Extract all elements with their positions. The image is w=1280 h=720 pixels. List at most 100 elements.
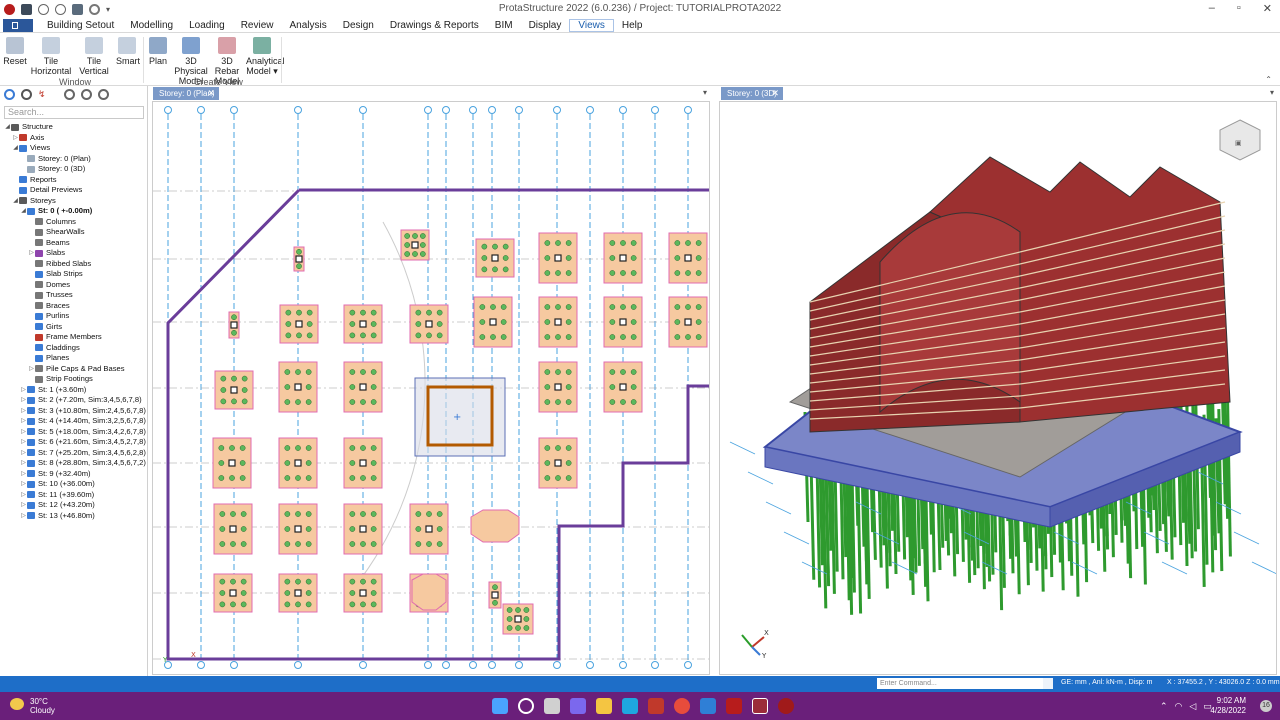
tab-plan[interactable]: Storey: 0 (Plan) ✕	[153, 87, 219, 100]
tree-item[interactable]: ▷ St: 4 (+14.40m, Sim:3,2,5,6,7,8)	[0, 416, 148, 427]
grid-bubble[interactable]	[230, 106, 238, 114]
wifi-icon[interactable]: ◠	[1175, 701, 1183, 712]
grid-bubble[interactable]	[619, 106, 627, 114]
view-cube-icon[interactable]: ▣	[1219, 119, 1261, 161]
search-icon[interactable]	[1043, 678, 1053, 689]
expand-toggle-icon[interactable]: ▷	[20, 385, 27, 396]
tree-item[interactable]: ▷ St: 3 (+10.80m, Sim:2,4,5,6,7,8)	[0, 406, 148, 417]
task-view-icon[interactable]	[544, 698, 560, 714]
grid-bubble[interactable]	[619, 661, 627, 669]
grid-bubble[interactable]	[684, 661, 692, 669]
menu-drawings-reports[interactable]: Drawings & Reports	[382, 20, 487, 31]
globe-icon[interactable]	[21, 89, 32, 100]
clock[interactable]: 9:02 AM 4/28/2022	[1210, 696, 1246, 716]
octagonal-pile-cap[interactable]	[411, 573, 447, 611]
close-button[interactable]: ✕	[1263, 2, 1272, 15]
tree-item[interactable]: ▷ St: 10 (+36.00m)	[0, 479, 148, 490]
zoom-out-icon[interactable]	[97, 89, 109, 100]
expand-toggle-icon[interactable]: ▷	[20, 490, 27, 501]
column[interactable]	[359, 320, 367, 328]
tree-item[interactable]: Planes	[0, 353, 148, 364]
tree-item[interactable]: ▷ St: 9 (+32.40m)	[0, 469, 148, 480]
collapse-ribbon-icon[interactable]: ⌃	[1265, 75, 1272, 84]
column[interactable]	[294, 459, 302, 467]
column[interactable]	[295, 320, 303, 328]
grid-bubble[interactable]	[488, 106, 496, 114]
menu-views[interactable]: Views	[569, 18, 614, 32]
grid-bubble[interactable]	[586, 106, 594, 114]
column[interactable]	[295, 255, 303, 263]
smart-button[interactable]: Smart	[116, 37, 140, 66]
autocad-icon[interactable]	[648, 698, 664, 714]
grid-bubble[interactable]	[424, 106, 432, 114]
minimize-button[interactable]: –	[1209, 2, 1215, 15]
tree-item[interactable]: Columns	[0, 217, 148, 228]
grid-bubble[interactable]	[469, 106, 477, 114]
3d-dropdown-icon[interactable]: ▾	[1270, 88, 1274, 97]
column[interactable]	[619, 254, 627, 262]
grid-bubble[interactable]	[515, 661, 523, 669]
grid-bubble[interactable]	[651, 106, 659, 114]
column[interactable]	[554, 459, 562, 467]
restore-button[interactable]: ▫	[1237, 2, 1241, 15]
grid-bubble[interactable]	[651, 661, 659, 669]
tree-item[interactable]: Girts	[0, 322, 148, 333]
expand-toggle-icon[interactable]: ▷	[20, 479, 27, 490]
3d-model-drawing[interactable]: ▣ X Y	[720, 102, 1277, 675]
plan-dropdown-icon[interactable]: ▾	[703, 88, 707, 97]
expand-toggle-icon[interactable]: ▷	[20, 406, 27, 417]
column[interactable]	[359, 589, 367, 597]
teams-icon[interactable]	[570, 698, 586, 714]
search-icon[interactable]	[518, 698, 534, 714]
tab-3d[interactable]: Storey: 0 (3D) ✕	[721, 87, 783, 100]
grid-bubble[interactable]	[230, 661, 238, 669]
tree-item[interactable]: Trusses	[0, 290, 148, 301]
column[interactable]	[229, 525, 237, 533]
tree-item[interactable]: ◢ St: 0 ( +-0.00m)	[0, 206, 148, 217]
column[interactable]	[359, 383, 367, 391]
tree-item[interactable]: ▷ Axis	[0, 133, 148, 144]
column[interactable]	[491, 591, 499, 599]
tree-item[interactable]: Storey: 0 (3D)	[0, 164, 148, 175]
expand-toggle-icon[interactable]: ◢	[12, 143, 19, 154]
zoom-extents-icon[interactable]	[80, 89, 92, 100]
tree-item[interactable]: ◢ Structure	[0, 122, 148, 133]
tree-item[interactable]: Slab Strips	[0, 269, 148, 280]
3d-view-canvas[interactable]: ▣ X Y	[719, 101, 1277, 675]
tree-item[interactable]: ▷ St: 1 (+3.60m)	[0, 385, 148, 396]
tree-item[interactable]: Strip Footings	[0, 374, 148, 385]
plan-view-canvas[interactable]: + Y X	[152, 101, 710, 675]
tree-item[interactable]: Claddings	[0, 343, 148, 354]
menu-display[interactable]: Display	[521, 20, 570, 31]
notification-badge[interactable]: 16	[1260, 700, 1272, 712]
tree-item[interactable]: ▷ St: 7 (+25.20m, Sim:3,4,5,6,2,8)	[0, 448, 148, 459]
column[interactable]	[684, 254, 692, 262]
tree-item[interactable]: Purlins	[0, 311, 148, 322]
grid-bubble[interactable]	[515, 106, 523, 114]
tree-item[interactable]: Braces	[0, 301, 148, 312]
tree-item[interactable]: Frame Members	[0, 332, 148, 343]
grid-bubble[interactable]	[586, 661, 594, 669]
column[interactable]	[554, 318, 562, 326]
menu-modelling[interactable]: Modelling	[122, 20, 181, 31]
command-input[interactable]: Enter Command...	[877, 678, 1053, 689]
expand-toggle-icon[interactable]: ▷	[20, 511, 27, 522]
tree-item[interactable]: ▷ St: 11 (+39.60m)	[0, 490, 148, 501]
tile-horizontal-button[interactable]: Tile Horizontal	[30, 37, 72, 76]
expand-toggle-icon[interactable]: ▷	[20, 437, 27, 448]
tree-item[interactable]: Storey: 0 (Plan)	[0, 154, 148, 165]
grid-bubble[interactable]	[684, 106, 692, 114]
chevron-up-icon[interactable]: ⌃	[1160, 701, 1168, 712]
column[interactable]	[294, 525, 302, 533]
column[interactable]	[359, 525, 367, 533]
expand-toggle-icon[interactable]: ◢	[12, 196, 19, 207]
menu-loading[interactable]: Loading	[181, 20, 233, 31]
tree-item[interactable]: Reports	[0, 175, 148, 186]
close-tab-icon[interactable]: ✕	[771, 87, 779, 100]
search-input[interactable]: Search...	[4, 106, 144, 119]
menu-design[interactable]: Design	[335, 20, 382, 31]
plan-button[interactable]: Plan	[148, 37, 168, 66]
file-menu-button[interactable]	[3, 18, 33, 32]
grid-bubble[interactable]	[294, 106, 302, 114]
grid-bubble[interactable]	[488, 661, 496, 669]
